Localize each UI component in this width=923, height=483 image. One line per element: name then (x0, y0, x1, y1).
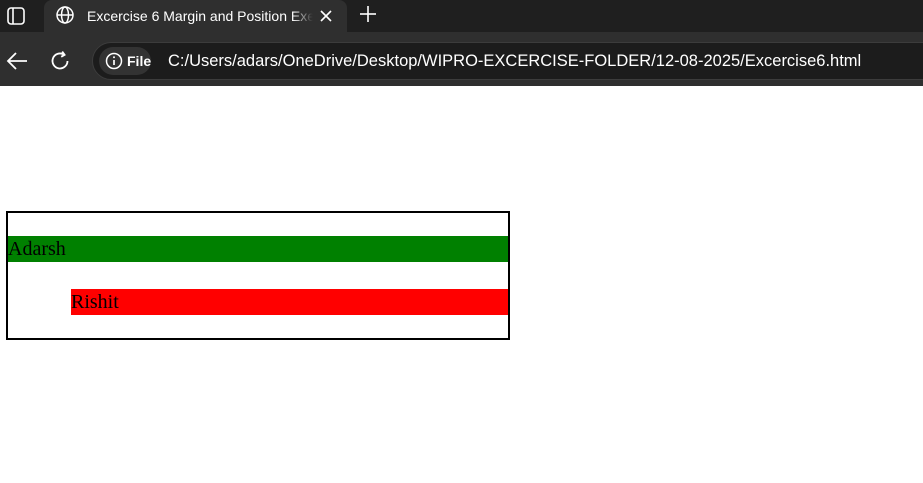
tab-actions-button[interactable] (2, 2, 30, 30)
site-chip-label: File (127, 53, 152, 69)
container-box: Adarsh Rishit (6, 211, 510, 340)
browser-toolbar: File C:/Users/adars/OneDrive/Desktop/WIP… (0, 32, 923, 86)
site-info-chip[interactable]: File (99, 47, 151, 75)
back-arrow-icon (5, 49, 29, 73)
reload-button[interactable] (45, 46, 75, 76)
page-content: Adarsh Rishit (0, 86, 923, 483)
second-bar: Rishit (71, 289, 508, 315)
url-text[interactable]: C:/Users/adars/OneDrive/Desktop/WIPRO-EX… (168, 51, 861, 71)
close-tab-button[interactable] (315, 5, 337, 27)
plus-icon (358, 4, 378, 24)
close-icon (319, 9, 333, 23)
active-tab[interactable]: Excercise 6 Margin and Position Exercise (44, 0, 347, 32)
globe-icon (54, 4, 76, 26)
tab-title: Excercise 6 Margin and Position Exercise (87, 8, 313, 24)
tab-actions-icon (6, 6, 26, 26)
info-icon (105, 52, 123, 70)
first-bar: Adarsh (8, 236, 508, 262)
tab-strip: Excercise 6 Margin and Position Exercise (0, 0, 923, 32)
back-button[interactable] (2, 46, 32, 76)
address-bar[interactable]: File C:/Users/adars/OneDrive/Desktop/WIP… (92, 42, 923, 80)
new-tab-button[interactable] (355, 1, 381, 27)
reload-icon (48, 49, 72, 73)
